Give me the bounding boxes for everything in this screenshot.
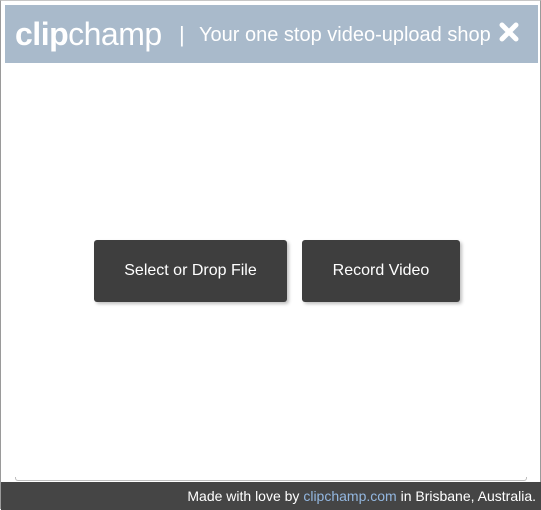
footer-prefix: Made with love by <box>187 488 304 504</box>
select-or-drop-file-button[interactable]: Select or Drop File <box>94 240 287 302</box>
record-video-button[interactable]: Record Video <box>302 240 460 302</box>
footer-suffix: in Brisbane, Australia. <box>396 488 536 504</box>
upload-dialog: clipchamp | Your one stop video-upload s… <box>0 0 541 510</box>
header-bar: clipchamp | Your one stop video-upload s… <box>5 5 538 63</box>
header-tagline: Your one stop video-upload shop <box>199 24 491 46</box>
content-panel-edge <box>15 477 527 481</box>
header-divider: | <box>179 22 185 47</box>
logo-champ: champ <box>68 16 162 52</box>
clipchamp-link[interactable]: clipchamp.com <box>303 488 396 504</box>
clipchamp-logo: clipchamp <box>15 16 162 52</box>
logo-clip: clip <box>15 16 69 52</box>
footer-bar: Made with love by clipchamp.com in Brisb… <box>1 482 541 510</box>
close-icon[interactable] <box>498 21 520 43</box>
